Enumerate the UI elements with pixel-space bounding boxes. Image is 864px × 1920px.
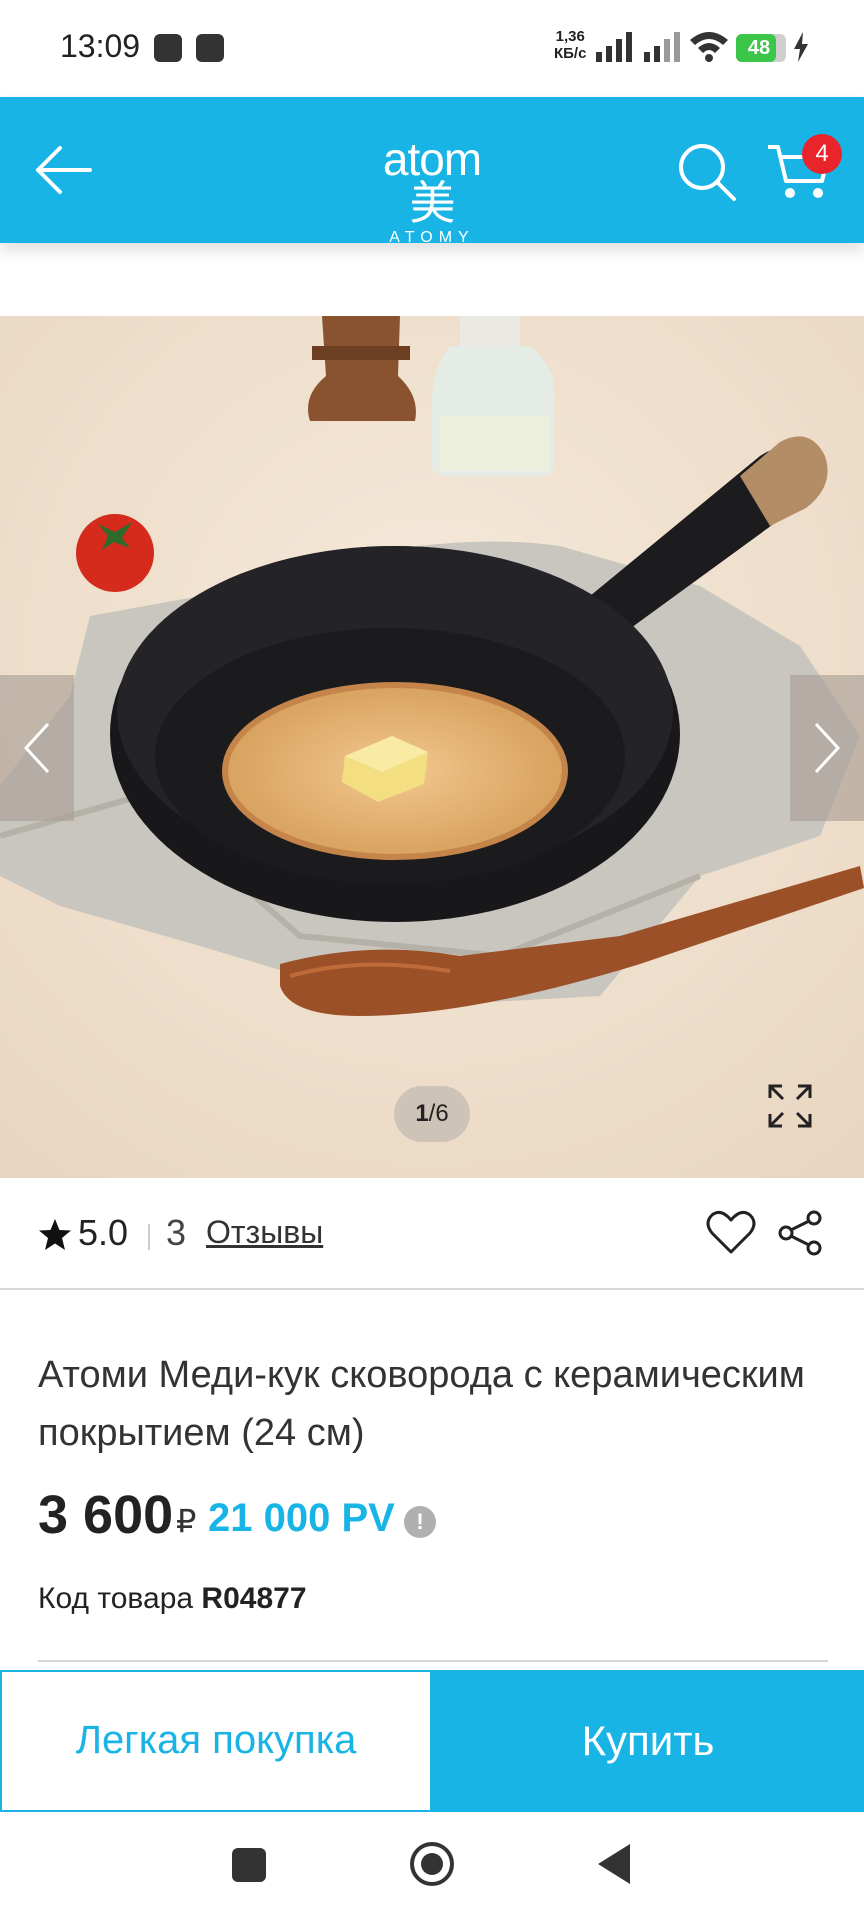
- system-nav-bar: [0, 1812, 864, 1920]
- home-button[interactable]: [408, 1840, 456, 1888]
- status-time: 13:09: [60, 28, 141, 64]
- atomy-logo[interactable]: atom美 ATOMY: [362, 133, 502, 247]
- message-icon: [196, 34, 224, 62]
- product-image-gallery[interactable]: 1/6: [0, 316, 864, 1178]
- search-icon[interactable]: [676, 141, 738, 203]
- share-icon[interactable]: [776, 1210, 826, 1256]
- reviews-link[interactable]: Отзывы: [206, 1214, 323, 1251]
- divider: [38, 1660, 828, 1662]
- product-code-label: Код товара: [38, 1582, 202, 1615]
- network-speed-unit: КБ/с: [554, 45, 587, 62]
- logo-text: atom美: [382, 133, 482, 229]
- chevron-left-icon: [23, 722, 50, 774]
- rating-divider: [148, 1224, 150, 1250]
- battery-icon: 48: [736, 34, 786, 62]
- product-code: Код товара R04877: [38, 1582, 307, 1616]
- review-count: 3: [166, 1212, 187, 1253]
- gallery-next-button[interactable]: [790, 675, 864, 821]
- product-pv: 21 000 PV: [208, 1496, 395, 1540]
- heart-icon[interactable]: [706, 1210, 756, 1256]
- currency-symbol: ₽: [176, 1503, 197, 1539]
- recent-apps-button[interactable]: [232, 1848, 266, 1882]
- wifi-icon: [690, 32, 728, 62]
- gallery-page-indicator: 1/6: [394, 1086, 470, 1142]
- rating-row: 5.0 3 Отзывы: [0, 1178, 864, 1290]
- chevron-right-icon: [814, 722, 841, 774]
- buy-button[interactable]: Купить: [432, 1670, 864, 1812]
- status-bar: 13:09 1,36 КБ/с 48: [0, 0, 864, 97]
- signal-icon-2: [644, 32, 680, 62]
- fullscreen-icon[interactable]: [768, 1084, 812, 1128]
- gallery-prev-button[interactable]: [0, 675, 74, 821]
- cart-count-badge[interactable]: 4: [802, 134, 842, 174]
- easy-buy-button[interactable]: Легкая покупка: [0, 1670, 432, 1812]
- app-header: atom美 ATOMY: [0, 97, 864, 246]
- logo-subtitle: ATOMY: [389, 229, 475, 246]
- star-icon: [39, 1219, 71, 1250]
- price-row: 3 600 ₽ 21 000 PV !: [38, 1484, 828, 1554]
- battery-level: 48: [747, 37, 771, 59]
- signal-icon: [596, 32, 632, 62]
- nav-back-button[interactable]: [594, 1842, 634, 1886]
- notification-icon: [154, 34, 182, 62]
- page-current: 1: [415, 1100, 429, 1127]
- charging-icon: [794, 32, 808, 62]
- network-speed: 1,36 КБ/с: [554, 28, 586, 62]
- product-code-value: R04877: [201, 1582, 307, 1615]
- network-speed-value: 1,36: [555, 28, 585, 45]
- product-price: 3 600: [38, 1485, 174, 1545]
- back-arrow-icon[interactable]: [34, 142, 94, 198]
- product-title: Атоми Меди-кук сковорода с керамическим …: [38, 1354, 805, 1454]
- page-total: /6: [428, 1100, 449, 1127]
- rating-value: 5.0: [78, 1212, 129, 1253]
- product-photo: [0, 316, 864, 1178]
- pv-info-icon[interactable]: !: [404, 1506, 436, 1538]
